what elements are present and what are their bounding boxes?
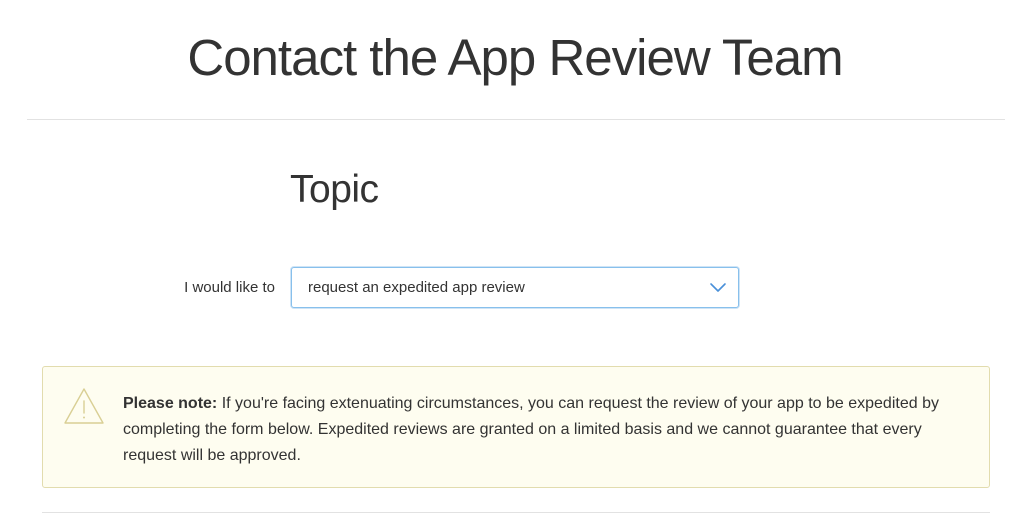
title-divider xyxy=(27,119,1005,120)
section-title-topic: Topic xyxy=(290,168,379,211)
bottom-divider xyxy=(42,512,990,513)
notice-body: If you're facing extenuating circumstanc… xyxy=(123,395,939,464)
topic-field-label: I would like to xyxy=(184,279,275,296)
notice-text: Please note: If you're facing extenuatin… xyxy=(123,391,963,469)
notice-strong: Please note: xyxy=(123,395,218,412)
topic-select[interactable]: request an expedited app review xyxy=(291,267,739,308)
page-title: Contact the App Review Team xyxy=(187,29,843,86)
notice-box: Please note: If you're facing extenuatin… xyxy=(42,366,990,488)
topic-select-value: request an expedited app review xyxy=(308,279,525,296)
warning-triangle-icon xyxy=(64,388,104,424)
chevron-down-icon xyxy=(710,283,726,292)
